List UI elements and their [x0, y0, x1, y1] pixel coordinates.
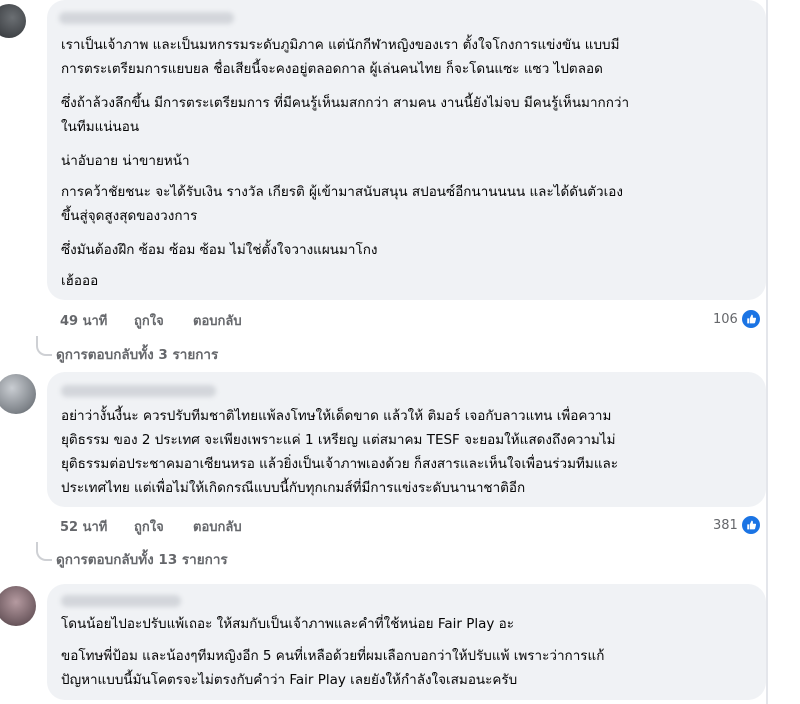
comment-text: อย่าว่างั้นงี้นะ ควรปรับทีมชาติไทยแพ้ลงโ… — [61, 408, 619, 496]
commenter-avatar[interactable] — [0, 374, 36, 414]
comment-text: เฮ้อออ — [61, 273, 99, 289]
comment-bubble: โดนน้อยไปอะปรับแพ้เถอะ ให้สมกับเป็นเจ้าภ… — [47, 584, 766, 700]
comment-text: การคว้าชัยชนะ จะได้รับเงิน รางวัล เกียรต… — [61, 184, 623, 224]
comment-text: น่าอับอาย น่าขายหน้า — [61, 153, 190, 169]
view-replies-link[interactable]: ดูการตอบกลับทั้ง 3 รายการ — [56, 343, 218, 365]
comment-timestamp[interactable]: 52 นาที — [60, 516, 107, 537]
comment-bubble: อย่าว่างั้นงี้นะ ควรปรับทีมชาติไทยแพ้ลงโ… — [47, 372, 766, 507]
reaction-count: 106 — [713, 311, 738, 327]
like-button[interactable]: ถูกใจ — [134, 310, 164, 331]
reaction-count: 381 — [713, 517, 738, 533]
thumbs-up-icon — [740, 309, 761, 329]
reaction-summary[interactable]: 106 — [713, 309, 761, 329]
comment-text: โดนน้อยไปอะปรับแพ้เถอะ ให้สมกับเป็นเจ้าภ… — [61, 616, 515, 632]
view-replies-link[interactable]: ดูการตอบกลับทั้ง 13 รายการ — [56, 548, 228, 570]
like-button[interactable]: ถูกใจ — [134, 516, 164, 537]
reply-button[interactable]: ตอบกลับ — [193, 310, 242, 331]
commenter-name-blurred[interactable] — [61, 595, 181, 607]
comment-text: ซึ่งถ้าล้วงลึกขึ้น มีการตระเตรียมการ ที่… — [61, 95, 630, 135]
thread-connector — [36, 336, 52, 356]
comment-bubble: เราเป็นเจ้าภาพ และเป็นมหกรรมระดับภูมิภาค… — [47, 0, 766, 300]
reply-button[interactable]: ตอบกลับ — [193, 516, 242, 537]
commenter-avatar[interactable] — [0, 4, 26, 38]
commenter-avatar[interactable] — [0, 586, 36, 626]
scrollbar-track[interactable] — [766, 0, 768, 704]
reaction-summary[interactable]: 381 — [713, 515, 761, 535]
commenter-name-blurred[interactable] — [61, 385, 216, 397]
comment-text: ซึ่งมันต้องฝึก ซ้อม ซ้อม ซ้อม ไม่ใช่ตั้ง… — [61, 242, 378, 258]
thumbs-up-icon — [740, 515, 761, 535]
comment-text: ขอโทษพี่ป้อม และน้องๆทีมหญิงอีก 5 คนที่เ… — [61, 648, 605, 688]
comment-text: เราเป็นเจ้าภาพ และเป็นมหกรรมระดับภูมิภาค… — [61, 37, 620, 77]
comment-timestamp[interactable]: 49 นาที — [60, 310, 107, 331]
thread-connector — [36, 542, 52, 561]
commenter-name-blurred[interactable] — [59, 12, 234, 24]
